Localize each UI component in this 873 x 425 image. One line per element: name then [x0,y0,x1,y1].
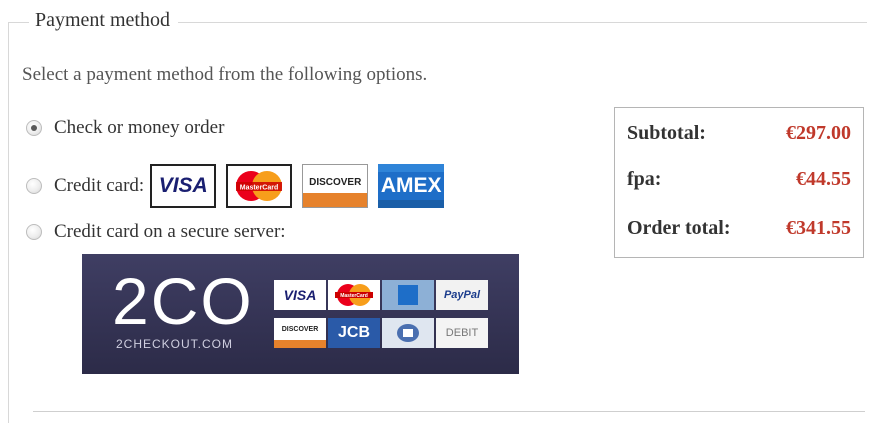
mini-bank-logo [382,318,434,348]
option-label: Credit card on a secure server: [54,221,286,242]
2checkout-banner: 2CO 2CHECKOUT.COM VISA MasterCard PayPal… [82,254,519,374]
tax-value: €44.55 [796,168,851,190]
option-credit-card[interactable]: Credit card: VISA MasterCard DISCOVER AM… [22,164,445,208]
summary-row-subtotal: Subtotal: €297.00 [627,122,851,145]
2co-logo: 2CO [112,264,254,338]
total-value: €341.55 [786,217,851,239]
amex-logo: AMEX [378,164,445,208]
option-secure-server[interactable]: Credit card on a secure server: [22,221,286,243]
discover-text: DISCOVER [309,176,362,188]
option-label: Credit card: [54,175,145,196]
mini-jcb-logo: JCB [328,318,380,348]
visa-logo: VISA [150,164,217,208]
subtotal-value: €297.00 [786,122,851,144]
radio-secure-server[interactable] [26,224,42,240]
bottom-divider [33,411,865,412]
radio-check-money-order[interactable] [26,120,42,136]
tax-label: fpa: [627,168,662,190]
mini-visa-logo: VISA [274,280,326,310]
summary-row-tax: fpa: €44.55 [627,168,851,191]
order-summary: Subtotal: €297.00 fpa: €44.55 Order tota… [614,107,864,258]
card-logos: VISA MasterCard DISCOVER AMEX [150,164,445,208]
radio-credit-card[interactable] [26,178,42,194]
option-label: Check or money order [54,117,225,138]
mini-mastercard-text: MasterCard [340,293,368,299]
mini-amex-logo [382,280,434,310]
mini-paypal-logo: PayPal [436,280,488,310]
discover-logo: DISCOVER [302,164,369,208]
summary-row-total: Order total: €341.55 [627,217,851,240]
mastercard-text: MasterCard [240,185,279,192]
mini-mastercard-logo: MasterCard [328,280,380,310]
mastercard-logo: MasterCard [226,164,293,208]
total-label: Order total: [627,217,731,239]
fieldset-legend: Payment method [29,9,178,32]
mini-discover-logo: DISCOVER [274,318,326,348]
subtotal-label: Subtotal: [627,122,706,144]
payment-instruction: Select a payment method from the followi… [22,64,428,85]
2co-domain: 2CHECKOUT.COM [116,337,234,351]
mini-debit-logo: DEBIT [436,318,488,348]
option-check-money-order[interactable]: Check or money order [22,117,224,139]
